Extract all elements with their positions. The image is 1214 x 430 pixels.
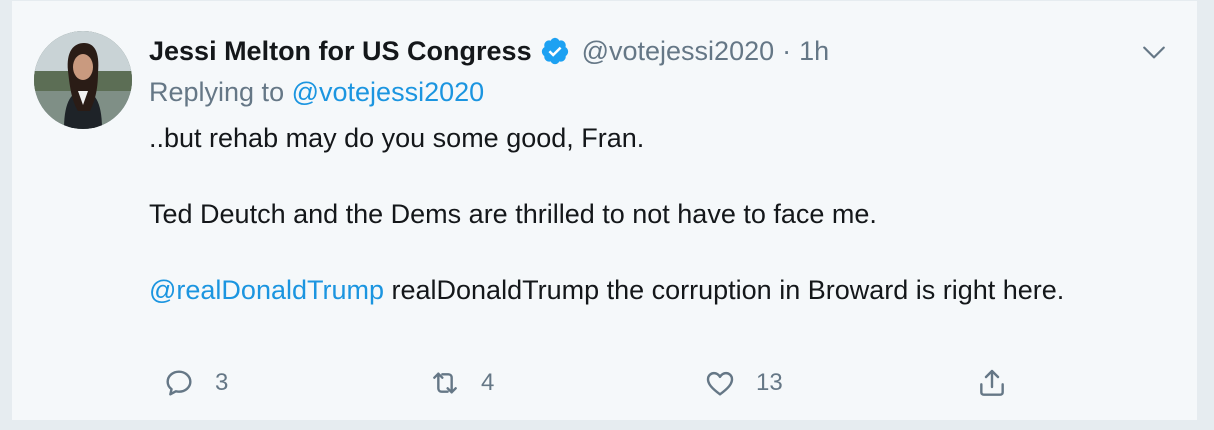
author-handle[interactable]: @votejessi2020 xyxy=(582,36,775,67)
tweet-timestamp[interactable]: 1h xyxy=(799,36,829,67)
replying-prefix: Replying to xyxy=(149,77,285,107)
mention-link[interactable]: @realDonaldTrump xyxy=(149,275,384,305)
author-name[interactable]: Jessi Melton for US Congress xyxy=(149,36,532,67)
tweet-actions: 3 4 13 xyxy=(149,363,1029,403)
tweet-text-line: realDonaldTrump the corruption in Browar… xyxy=(384,275,1065,305)
chevron-down-icon[interactable] xyxy=(1141,39,1167,65)
like-button[interactable]: 13 xyxy=(704,363,783,403)
tweet-text: ..but rehab may do you some good, Fran. … xyxy=(149,119,1139,309)
separator-dot: · xyxy=(782,35,792,66)
like-count: 13 xyxy=(756,369,783,396)
tweet-text-line: Ted Deutch and the Dems are thrilled to … xyxy=(149,199,877,229)
replying-handle-link[interactable]: @votejessi2020 xyxy=(292,77,485,107)
reply-count: 3 xyxy=(215,369,229,396)
tweet-text-paragraph: @realDonaldTrump realDonaldTrump the cor… xyxy=(149,271,1139,309)
retweet-button[interactable]: 4 xyxy=(429,363,494,403)
share-icon xyxy=(980,369,1004,396)
retweet-icon xyxy=(433,372,457,394)
verified-badge-icon xyxy=(540,36,570,66)
heart-icon xyxy=(706,371,734,396)
share-button[interactable] xyxy=(976,363,1008,403)
replying-to-line: Replying to @votejessi2020 xyxy=(149,77,484,108)
tweet-header: Jessi Melton for US Congress @votejessi2… xyxy=(149,31,829,71)
tweet-card[interactable]: Jessi Melton for US Congress @votejessi2… xyxy=(12,0,1198,420)
avatar[interactable] xyxy=(34,31,132,129)
retweet-count: 4 xyxy=(481,369,495,396)
reply-icon xyxy=(166,370,192,396)
avatar-photo xyxy=(34,31,132,129)
reply-button[interactable]: 3 xyxy=(163,363,228,403)
tweet-text-line: ..but rehab may do you some good, Fran. xyxy=(149,123,645,153)
